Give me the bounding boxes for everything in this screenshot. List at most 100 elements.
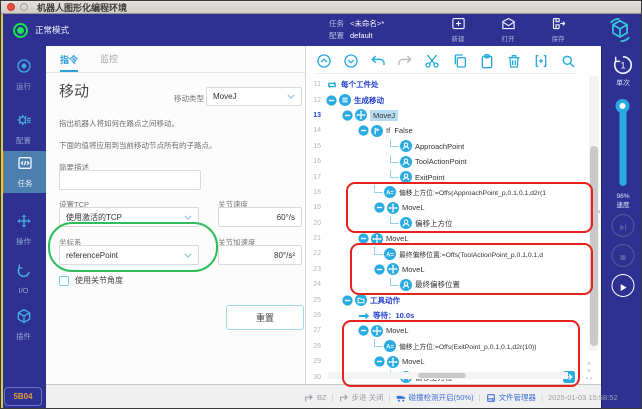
collapse-icon[interactable]: [374, 356, 385, 367]
joint-accel-input[interactable]: 80°/s²: [218, 245, 302, 265]
status-item-text: BZ: [317, 393, 327, 402]
line-number: 12: [306, 97, 326, 104]
form-title: 移动: [59, 80, 89, 101]
tab-monitor[interactable]: 监控: [100, 52, 118, 72]
use-joint-angle-checkbox[interactable]: [59, 276, 69, 286]
sidebar-item-run[interactable]: 运行: [1, 54, 46, 96]
new-button[interactable]: 新建: [441, 16, 475, 43]
move-type-select[interactable]: MoveJ: [206, 87, 302, 106]
tree-row-18[interactable]: 18A=偏移上方位:=Offs(ApproachPoint_p,0.1,0.1,…: [306, 185, 589, 200]
tree-row-24[interactable]: 24最终偏移位置: [306, 277, 589, 292]
speed-slider[interactable]: [619, 101, 626, 186]
tree-row-15[interactable]: 15ApproachPoint: [306, 139, 589, 154]
collapse-icon[interactable]: [374, 264, 385, 275]
line-number: 20: [306, 220, 326, 227]
collapse-icon[interactable]: [358, 125, 369, 136]
collapse-icon[interactable]: [358, 233, 369, 244]
sidebar-item-plugin[interactable]: 插件: [1, 304, 46, 346]
tree-row-16[interactable]: 16ToolActionPoint: [306, 154, 589, 169]
tree-row-28[interactable]: 28A=偏移上方位:=Offs(ExitPoint_p,0.1,0.1,d2r(…: [306, 339, 589, 354]
brief-description-input[interactable]: [59, 170, 201, 190]
copy-icon[interactable]: [452, 53, 468, 69]
paste-icon[interactable]: [479, 53, 495, 69]
assign-node-icon: A=: [384, 340, 396, 352]
tcp-select[interactable]: 使用激活的TCP: [59, 207, 199, 227]
single-run-icon[interactable]: 1: [612, 54, 634, 76]
collapse-icon[interactable]: [358, 325, 369, 336]
tree-row-27[interactable]: 27MoveL: [306, 323, 589, 338]
stop-icon: [617, 250, 628, 261]
tree-row-17[interactable]: 17ExitPoint: [306, 169, 589, 184]
tree-row-23[interactable]: 23MoveL: [306, 262, 589, 277]
joint-speed-input[interactable]: 60°/s: [218, 207, 302, 227]
reset-button[interactable]: 重置: [226, 305, 304, 330]
sidebar-item-io[interactable]: I/O: [1, 258, 46, 300]
tcp-value: 使用激活的TCP: [66, 212, 122, 223]
collapse-icon[interactable]: [342, 110, 353, 121]
redo-icon[interactable]: [397, 53, 413, 69]
save-button[interactable]: 保存: [541, 16, 575, 43]
sidebar-item-config[interactable]: 配置: [1, 108, 46, 150]
tree-row-26[interactable]: 26等待：10.0s: [306, 308, 589, 323]
cut-icon[interactable]: [424, 53, 440, 69]
collapse-icon[interactable]: [374, 202, 385, 213]
circle-up-icon[interactable]: [316, 53, 332, 69]
open-icon: [501, 16, 516, 31]
line-number: 30: [306, 374, 326, 381]
scroll-down-arrow[interactable]: ˅: [587, 368, 591, 375]
step-button[interactable]: [611, 214, 634, 237]
mode-status-icon: [13, 23, 28, 38]
status-item-0: BZ: [304, 393, 327, 403]
coordinate-frame-select[interactable]: referencePoint: [59, 245, 199, 265]
sidebar-item-task[interactable]: 任务: [1, 151, 46, 193]
scroll-right-arrow[interactable]: ›: [590, 375, 592, 382]
status-item-2[interactable]: 碰撞检测开启(50%): [396, 392, 474, 403]
sidebar-item-operate[interactable]: 操作: [1, 209, 46, 251]
line-number: 23: [306, 266, 326, 273]
tree-row-14[interactable]: 14If False: [306, 123, 589, 138]
scroll-up-arrow[interactable]: ˄: [587, 361, 591, 368]
stop-button[interactable]: [611, 244, 634, 267]
tree-row-13[interactable]: 13MoveJ: [306, 108, 589, 123]
appbar: 正常模式 任务<未命名>* 配置default 新建打开保存: [1, 14, 641, 46]
horizontal-scrollbar[interactable]: [328, 372, 568, 379]
brackets-icon[interactable]: [533, 53, 549, 69]
horizontal-scrollbar-thumb[interactable]: [418, 373, 466, 378]
task-info: 任务<未命名>* 配置default: [329, 18, 384, 42]
waypoint-node-icon: [400, 279, 412, 291]
vertical-scrollbar-thumb[interactable]: [590, 146, 598, 346]
minimize-window-button[interactable]: [20, 3, 28, 11]
tree-node-label: 工具动作: [370, 295, 400, 306]
svg-text:A=: A=: [386, 252, 394, 258]
open-button[interactable]: 打开: [491, 16, 525, 43]
tree-node-label: 等待：10.0s: [373, 310, 414, 321]
tree-row-11[interactable]: 11每个工件处: [306, 77, 589, 92]
circle-down-icon[interactable]: [343, 53, 359, 69]
tree-node-label: 偏移上方位:=Offs(ApproachPoint_p,0.1,0.1,d2r(…: [399, 187, 546, 197]
tree-row-29[interactable]: 29MoveL: [306, 354, 589, 369]
tree-row-19[interactable]: 19MoveL: [306, 200, 589, 215]
gear-list-icon: [16, 112, 32, 133]
trash-icon[interactable]: [506, 53, 522, 69]
tree-row-20[interactable]: 20偏移上方位: [306, 216, 589, 231]
tree-row-12[interactable]: 12生成移动: [306, 92, 589, 107]
status-item-3[interactable]: 文件管理器: [486, 392, 537, 403]
scroll-left-arrow[interactable]: ‹: [586, 375, 588, 382]
collapse-icon[interactable]: [326, 95, 337, 106]
code-window-icon: [17, 155, 33, 176]
tab-instruction[interactable]: 指令: [60, 53, 78, 73]
tree-row-25[interactable]: 25工具动作: [306, 292, 589, 307]
tree-node-label: 最终偏移位置: [415, 279, 460, 290]
tree-row-22[interactable]: 22A=最终偏移位置:=Offs(ToolActionPoint_p,0.1,0…: [306, 246, 589, 261]
task-value: <未命名>*: [350, 19, 384, 28]
undo-icon[interactable]: [370, 53, 386, 69]
tree-row-21[interactable]: 21MoveL: [306, 231, 589, 246]
speed-slider-handle[interactable]: [616, 99, 630, 113]
waypoint-node-icon: [400, 156, 412, 168]
search-icon[interactable]: [560, 53, 576, 69]
play-button[interactable]: [611, 274, 634, 297]
collapse-icon[interactable]: [342, 295, 353, 306]
svg-text:A=: A=: [386, 345, 394, 351]
close-window-button[interactable]: [7, 3, 15, 11]
open-label: 打开: [502, 33, 515, 43]
